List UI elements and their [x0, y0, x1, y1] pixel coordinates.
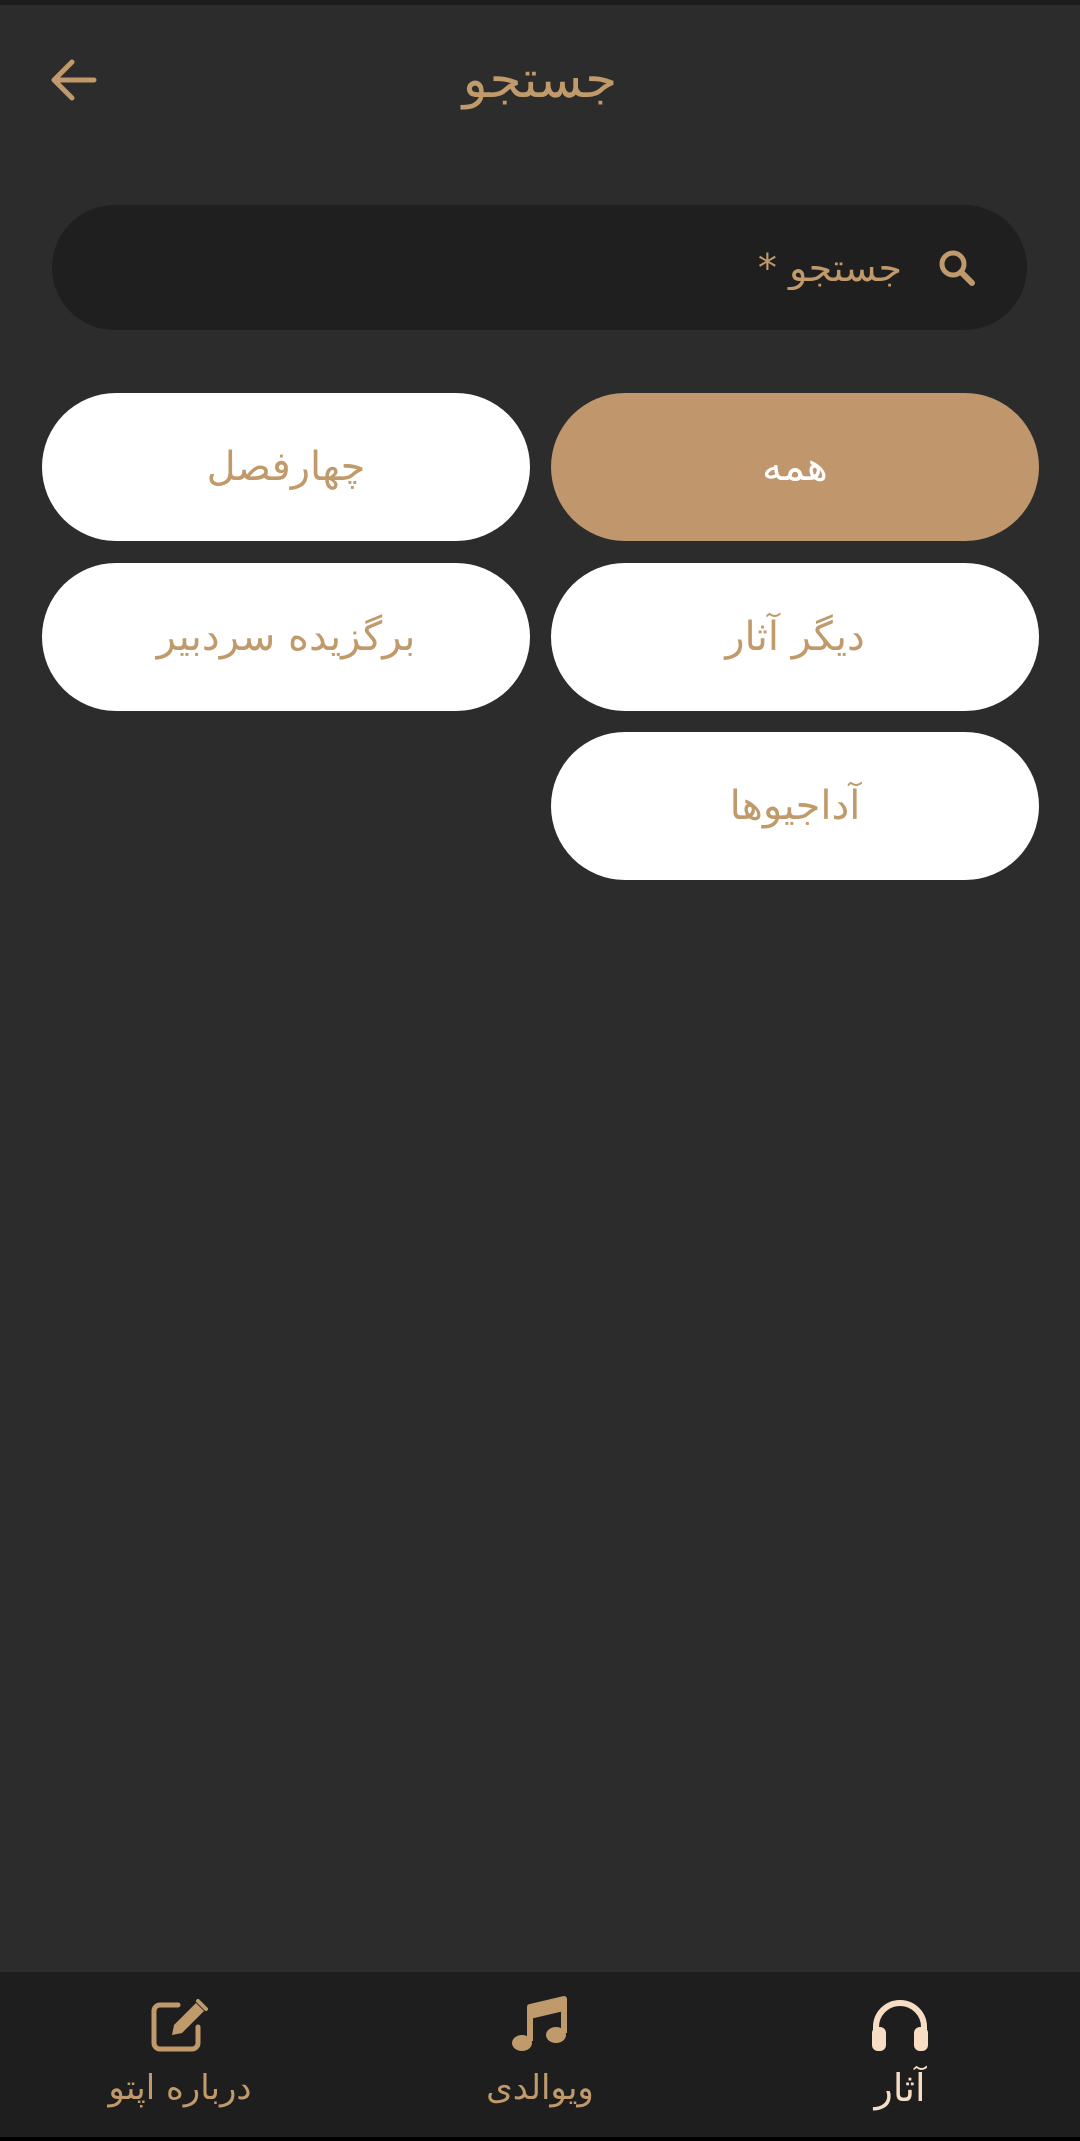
- search-bar[interactable]: [52, 205, 1027, 330]
- headphones-icon: [865, 1994, 935, 2056]
- filter-chip-all[interactable]: همه: [551, 393, 1039, 541]
- search-icon: [927, 238, 987, 298]
- filter-chip-label: چهارفصل: [206, 444, 366, 490]
- page-title: جستجو: [462, 50, 618, 110]
- nav-item-works[interactable]: آثار: [720, 1972, 1080, 2137]
- bottom-strip: [0, 2137, 1080, 2141]
- filter-chip-label: دیگر آثار: [725, 614, 865, 660]
- filter-chip-four-seasons[interactable]: چهارفصل: [42, 393, 530, 541]
- filter-chip-label: همه: [762, 444, 828, 490]
- search-input[interactable]: [52, 205, 927, 330]
- nav-item-vivaldi[interactable]: ویوالدی: [360, 1972, 720, 2137]
- nav-label: ویوالدی: [486, 2068, 594, 2108]
- bottom-navigation: آثار ویوالدی درباره اپتو: [0, 1972, 1080, 2137]
- filter-chip-adagios[interactable]: آداجیوها: [551, 732, 1039, 880]
- nav-label: درباره اپتو: [108, 2068, 252, 2108]
- nav-item-about[interactable]: درباره اپتو: [0, 1972, 360, 2137]
- filter-chip-label: آداجیوها: [729, 783, 861, 829]
- filter-chip-editors-choice[interactable]: برگزیده سردبیر: [42, 563, 530, 711]
- top-app-bar: جستجو: [0, 5, 1080, 155]
- filter-chip-label: برگزیده سردبیر: [156, 614, 416, 660]
- filter-chip-other-works[interactable]: دیگر آثار: [551, 563, 1039, 711]
- music-note-icon: [505, 1994, 575, 2056]
- nav-label: آثار: [874, 2066, 926, 2110]
- edit-icon: [145, 1994, 215, 2056]
